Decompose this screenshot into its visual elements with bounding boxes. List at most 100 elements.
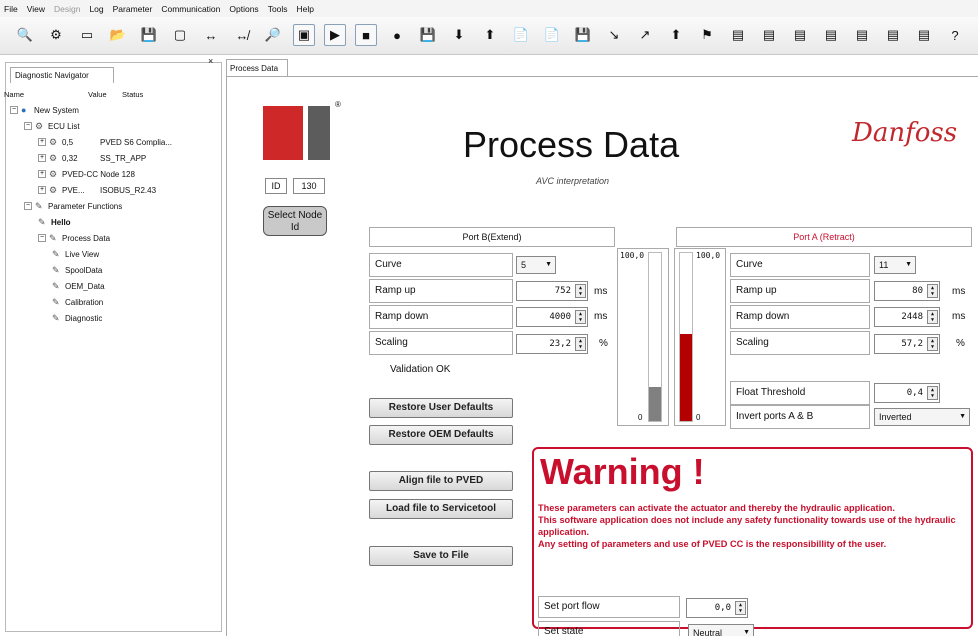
tree-item[interactable]: + ⚙ 0,32 SS_TR_APP — [38, 152, 146, 164]
collapse-icon[interactable]: − — [38, 234, 46, 242]
tree-item[interactable]: ✎ Hello — [38, 216, 71, 228]
set-port-flow-input[interactable]: 0,0 ▲ ▼ — [686, 598, 748, 618]
tree-item[interactable]: + ⚙ PVE... ISOBUS_R2.43 — [38, 184, 156, 196]
file-import-icon[interactable]: ↘ — [603, 24, 625, 46]
monitor-icon[interactable]: ▣ — [293, 24, 315, 46]
disconnect-icon[interactable]: ↮ — [231, 24, 253, 46]
file-save-icon[interactable]: 📄 — [541, 24, 563, 46]
arrow-up-icon[interactable]: ⬆ — [665, 24, 687, 46]
tree-item[interactable]: − ✎ Parameter Functions — [24, 200, 122, 212]
close-icon[interactable]: × — [208, 56, 213, 66]
spinner-icon[interactable]: ▲ ▼ — [927, 284, 938, 298]
invert-ports-select[interactable]: Inverted ▼ — [874, 408, 970, 426]
download-icon[interactable]: ⬇ — [448, 24, 470, 46]
open-folder-icon[interactable]: 📂 — [107, 24, 129, 46]
magnifier-icon[interactable]: 🔍 — [14, 24, 36, 46]
connect-icon[interactable]: ↔ — [200, 24, 222, 46]
port-a-scaling-input[interactable]: 57,2 ▲ ▼ — [874, 334, 940, 354]
spinner-icon[interactable]: ▲ ▼ — [927, 337, 938, 351]
align-file-button[interactable]: Align file to PVED — [369, 471, 513, 491]
port-b-curve-select[interactable]: 5 ▼ — [516, 256, 556, 274]
tree-item[interactable]: + ⚙ PVED-CC Node 128 — [38, 168, 135, 180]
tree-item-label: Hello — [51, 217, 71, 227]
expand-icon[interactable]: + — [38, 154, 46, 162]
float-threshold-input[interactable]: 0,4 ▲ ▼ — [874, 383, 940, 403]
collapse-icon[interactable]: − — [24, 202, 32, 210]
node-id-field[interactable]: 130 — [293, 178, 325, 194]
db2-icon[interactable]: ▤ — [758, 24, 780, 46]
port-b-curve-label: Curve — [369, 253, 513, 277]
spinner-icon[interactable]: ▲ ▼ — [735, 601, 746, 615]
stop-icon[interactable]: ■ — [355, 24, 377, 46]
save-to-file-button[interactable]: Save to File — [369, 546, 513, 566]
spinner-icon[interactable]: ▲ ▼ — [927, 386, 938, 400]
menu-help[interactable]: Help — [297, 4, 314, 14]
tree-item[interactable]: − ⚙ ECU List — [24, 120, 80, 132]
port-a-ramp-down-input[interactable]: 2448 ▲ ▼ — [874, 307, 940, 327]
expand-icon[interactable]: + — [38, 170, 46, 178]
save-log-icon[interactable]: 💾 — [417, 24, 439, 46]
spinner-icon[interactable]: ▲ ▼ — [575, 310, 586, 324]
port-a-ramp-down-unit: ms — [952, 311, 966, 322]
db5-icon[interactable]: ▤ — [851, 24, 873, 46]
menu-log[interactable]: Log — [89, 4, 103, 14]
invert-ports-label: Invert ports A & B — [730, 405, 870, 429]
float-threshold-value: 0,4 — [906, 388, 923, 398]
collapse-icon[interactable]: − — [10, 106, 18, 114]
tree-item[interactable]: ✎ OEM_Data — [52, 280, 105, 292]
db6-icon[interactable]: ▤ — [882, 24, 904, 46]
load-file-button[interactable]: Load file to Servicetool — [369, 499, 513, 519]
menu-communication[interactable]: Communication — [161, 4, 220, 14]
network-icon[interactable]: ⚙ — [45, 24, 67, 46]
tab-diagnostic-navigator[interactable]: Diagnostic Navigator — [10, 67, 114, 83]
menu-view[interactable]: View — [27, 4, 45, 14]
db4-icon[interactable]: ▤ — [820, 24, 842, 46]
toolbar: 🔍 ⚙ ▭ 📂 💾 ▢ ↔ ↮ 🔎 ▣ ▶ ■ ● 💾 ⬇ ⬆ 📄 📄 💾 ↘ ↗ ⬆ ⚑ ▤ ▤ ▤ ▤ ▤ ▤ ▤? — [0, 17, 978, 55]
tree-item[interactable]: ✎ SpoolData — [52, 264, 102, 276]
port-a-curve-value: 11 — [879, 260, 889, 270]
db7-icon[interactable]: ▤ — [913, 24, 935, 46]
spinner-icon[interactable]: ▲ ▼ — [927, 310, 938, 324]
db1-icon[interactable]: ▤ — [727, 24, 749, 46]
tab-process-data[interactable]: Process Data — [226, 59, 288, 76]
tree-item[interactable]: ✎ Diagnostic — [52, 312, 102, 324]
menu-file[interactable]: File — [4, 4, 18, 14]
restore-user-defaults-button[interactable]: Restore User Defaults — [369, 398, 513, 418]
spinner-icon[interactable]: ▲ ▼ — [575, 284, 586, 298]
set-state-select[interactable]: Neutral ▼ — [688, 624, 754, 636]
port-b-scaling-input[interactable]: 23,2 ▲ ▼ — [516, 334, 588, 354]
tree-header: Name Value Status — [4, 90, 194, 100]
restore-oem-defaults-button[interactable]: Restore OEM Defaults — [369, 425, 513, 445]
save-icon[interactable]: 💾 — [138, 24, 160, 46]
tree-item[interactable]: − ● New System — [10, 104, 79, 116]
spinner-icon[interactable]: ▲ ▼ — [575, 337, 586, 351]
disk-icon[interactable]: 💾 — [572, 24, 594, 46]
help-icon[interactable]: ? — [944, 24, 966, 46]
blank-doc-icon[interactable]: ▭ — [76, 24, 98, 46]
flag-icon[interactable]: ⚑ — [696, 24, 718, 46]
upload-icon[interactable]: ⬆ — [479, 24, 501, 46]
port-a-curve-select[interactable]: 11 ▼ — [874, 256, 916, 274]
tree-item[interactable]: − ✎ Process Data — [38, 232, 110, 244]
expand-icon[interactable]: + — [38, 138, 46, 146]
file-open-icon[interactable]: 📄 — [510, 24, 532, 46]
port-b-ramp-up-input[interactable]: 752 ▲ ▼ — [516, 281, 588, 301]
tree-item[interactable]: ✎ Calibration — [52, 296, 103, 308]
port-b-ramp-down-input[interactable]: 4000 ▲ ▼ — [516, 307, 588, 327]
menu-options[interactable]: Options — [229, 4, 258, 14]
expand-icon[interactable]: + — [38, 186, 46, 194]
port-a-ramp-up-input[interactable]: 80 ▲ ▼ — [874, 281, 940, 301]
search-node-icon[interactable]: 🔎 — [262, 24, 284, 46]
menu-tools[interactable]: Tools — [268, 4, 288, 14]
tree-item[interactable]: + ⚙ 0,5 PVED S6 Complia... — [38, 136, 172, 148]
menu-design[interactable]: Design — [54, 4, 80, 14]
file-export-icon[interactable]: ↗ — [634, 24, 656, 46]
db3-icon[interactable]: ▤ — [789, 24, 811, 46]
menu-parameter[interactable]: Parameter — [113, 4, 153, 14]
collapse-icon[interactable]: − — [24, 122, 32, 130]
select-node-id-button[interactable]: Select Node Id — [263, 206, 327, 236]
tree-item[interactable]: ✎ Live View — [52, 248, 99, 260]
record-icon[interactable]: ● — [386, 24, 408, 46]
play-icon[interactable]: ▶ — [324, 24, 346, 46]
clipboard-icon[interactable]: ▢ — [169, 24, 191, 46]
